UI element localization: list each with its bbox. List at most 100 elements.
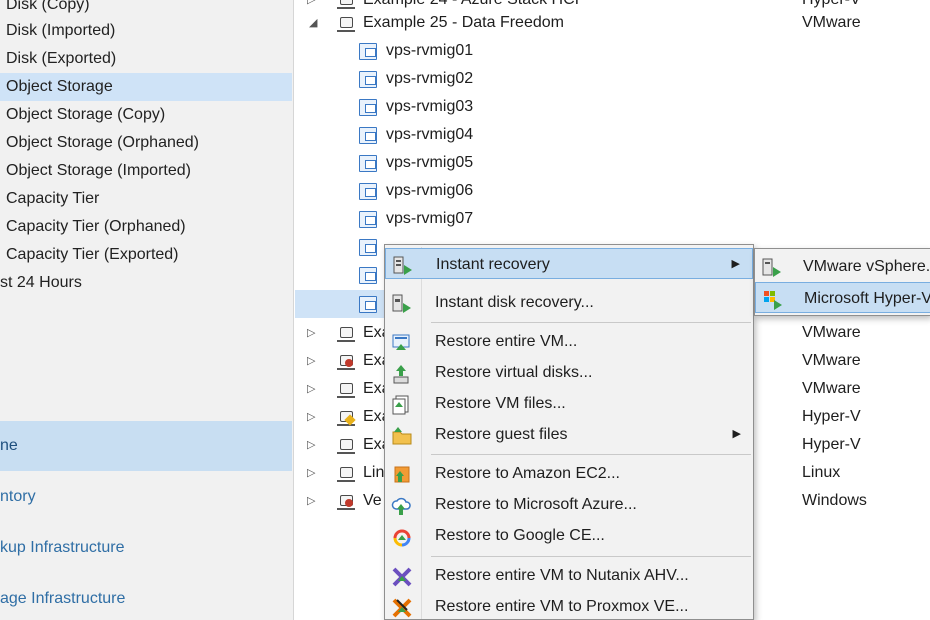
menu-item-label: VMware vSphere... bbox=[803, 258, 930, 275]
instant-recovery-submenu: VMware vSphere... Microsoft Hyper-V... bbox=[754, 248, 930, 316]
menu-item-instant-recovery[interactable]: Instant recovery ▶ bbox=[385, 248, 753, 279]
expand-caret-icon[interactable]: ▷ bbox=[307, 459, 319, 487]
submenu-arrow-icon: ▶ bbox=[731, 258, 740, 270]
tree-item-capacity-tier-exported[interactable]: Capacity Tier (Exported) bbox=[0, 241, 292, 269]
backup-job-error-icon bbox=[337, 353, 355, 370]
job-platform: Linux bbox=[802, 464, 841, 481]
amazon-ec2-icon bbox=[391, 464, 411, 484]
menu-item-label: Restore entire VM to Proxmox VE... bbox=[435, 598, 689, 615]
backup-job-error-icon bbox=[337, 493, 355, 510]
restore-files-icon bbox=[391, 394, 411, 415]
tree-item-disk-exported[interactable]: Disk (Exported) bbox=[0, 45, 292, 73]
expand-caret-icon[interactable]: ▷ bbox=[307, 403, 319, 431]
job-name: Lin bbox=[363, 464, 385, 481]
tree-item-disk-imported[interactable]: Disk (Imported) bbox=[0, 17, 292, 45]
job-platform: Hyper-V bbox=[802, 436, 861, 453]
job-platform: VMware bbox=[802, 324, 861, 341]
backup-job-warning-icon bbox=[337, 409, 355, 426]
instant-disk-recovery-icon bbox=[391, 293, 411, 313]
vm-icon bbox=[359, 211, 377, 228]
vm-name: vps-rvmig05 bbox=[386, 154, 474, 171]
job-platform: Hyper-V bbox=[802, 408, 861, 425]
backup-job-icon bbox=[337, 437, 355, 454]
restore-vm-icon bbox=[391, 332, 411, 352]
azure-cloud-icon bbox=[391, 495, 411, 515]
menu-item-restore-entire-vm[interactable]: Restore entire VM... bbox=[385, 326, 753, 357]
tree-row-job-expanded[interactable]: ◢ Example 25 - Data Freedom VMware bbox=[295, 9, 930, 37]
vm-name: vps-rvmig01 bbox=[386, 42, 474, 59]
backup-job-icon bbox=[337, 325, 355, 342]
menu-item-label: Restore VM files... bbox=[435, 395, 566, 412]
navigation-pane: Disk (Copy) Disk (Imported) Disk (Export… bbox=[0, 0, 294, 620]
menu-item-instant-disk-recovery[interactable]: Instant disk recovery... bbox=[385, 287, 753, 318]
vm-name: vps-rvmig03 bbox=[386, 98, 474, 115]
menu-item-label: Instant disk recovery... bbox=[435, 294, 594, 311]
backup-job-icon bbox=[337, 381, 355, 398]
job-name: Ve bbox=[363, 492, 382, 509]
menu-item-restore-guest-files[interactable]: Restore guest files ▶ bbox=[385, 419, 753, 450]
vm-icon bbox=[359, 296, 377, 313]
vm-name: vps-rvmig06 bbox=[386, 182, 474, 199]
submenu-arrow-icon: ▶ bbox=[732, 428, 741, 440]
tree-row-vm[interactable]: vps-rvmig07 bbox=[295, 205, 930, 233]
vm-icon bbox=[359, 71, 377, 88]
menu-item-restore-microsoft-azure[interactable]: Restore to Microsoft Azure... bbox=[385, 489, 753, 520]
tree-item-object-storage[interactable]: Object Storage bbox=[0, 73, 292, 101]
menu-separator bbox=[431, 454, 751, 455]
menu-item-label: Instant recovery bbox=[436, 256, 550, 273]
expand-caret-icon[interactable]: ▷ bbox=[307, 375, 319, 403]
vm-icon bbox=[359, 99, 377, 116]
backup-job-icon bbox=[337, 15, 355, 32]
job-platform: VMware bbox=[802, 380, 861, 397]
backup-job-icon bbox=[337, 465, 355, 482]
nav-storage-infrastructure[interactable]: age Infrastructure bbox=[0, 574, 292, 620]
nav-inventory[interactable]: ntory bbox=[0, 472, 292, 522]
tree-row-vm[interactable]: vps-rvmig03 bbox=[295, 93, 930, 121]
menu-item-label: Microsoft Hyper-V... bbox=[804, 290, 930, 307]
menu-item-label: Restore virtual disks... bbox=[435, 364, 593, 381]
tree-row-vm[interactable]: vps-rvmig06 bbox=[295, 177, 930, 205]
menu-item-label: Restore guest files bbox=[435, 426, 568, 443]
expand-caret-icon[interactable]: ▷ bbox=[307, 431, 319, 459]
tree-row-vm[interactable]: vps-rvmig04 bbox=[295, 121, 930, 149]
expand-caret-icon[interactable]: ▷ bbox=[307, 487, 319, 515]
hyperv-icon bbox=[762, 289, 782, 310]
expand-caret-icon[interactable]: ▷ bbox=[307, 347, 319, 375]
menu-separator bbox=[431, 556, 751, 557]
backup-job-icon bbox=[337, 0, 355, 9]
tree-row-vm[interactable]: vps-rvmig02 bbox=[295, 65, 930, 93]
vm-icon bbox=[359, 183, 377, 200]
menu-item-restore-virtual-disks[interactable]: Restore virtual disks... bbox=[385, 357, 753, 388]
job-platform: VMware bbox=[802, 14, 861, 31]
menu-separator bbox=[431, 322, 751, 323]
menu-item-restore-proxmox-ve[interactable]: Restore entire VM to Proxmox VE... bbox=[385, 591, 753, 620]
vm-icon bbox=[359, 239, 377, 256]
menu-item-restore-google-ce[interactable]: Restore to Google CE... bbox=[385, 520, 753, 551]
collapse-caret-icon[interactable]: ◢ bbox=[309, 9, 321, 37]
tree-item-capacity-tier-orphaned[interactable]: Capacity Tier (Orphaned) bbox=[0, 213, 292, 241]
expand-caret-icon[interactable]: ▷ bbox=[307, 319, 319, 347]
tree-item-object-storage-copy[interactable]: Object Storage (Copy) bbox=[0, 101, 292, 129]
tree-item-object-storage-imported[interactable]: Object Storage (Imported) bbox=[0, 157, 292, 185]
menu-item-restore-amazon-ec2[interactable]: Restore to Amazon EC2... bbox=[385, 458, 753, 489]
menu-item-restore-vm-files[interactable]: Restore VM files... bbox=[385, 388, 753, 419]
submenu-item-vmware-vsphere[interactable]: VMware vSphere... bbox=[755, 251, 930, 282]
nav-home[interactable]: ne bbox=[0, 421, 292, 471]
menu-item-label: Restore entire VM to Nutanix AHV... bbox=[435, 567, 689, 584]
tree-row-vm[interactable]: vps-rvmig01 bbox=[295, 37, 930, 65]
tree-item-capacity-tier[interactable]: Capacity Tier bbox=[0, 185, 292, 213]
instant-recovery-icon bbox=[392, 255, 412, 275]
menu-item-label: Restore to Google CE... bbox=[435, 527, 605, 544]
tree-item-last-24-hours[interactable]: st 24 Hours bbox=[0, 269, 292, 297]
restore-disks-icon bbox=[391, 363, 411, 384]
menu-item-restore-nutanix-ahv[interactable]: Restore entire VM to Nutanix AHV... bbox=[385, 560, 753, 591]
tree-row-vm[interactable]: vps-rvmig05 bbox=[295, 149, 930, 177]
vm-name: vps-rvmig07 bbox=[386, 210, 474, 227]
nav-backup-infrastructure[interactable]: kup Infrastructure bbox=[0, 523, 292, 573]
tree-row-vm-selected[interactable] bbox=[295, 290, 385, 318]
tree-item-object-storage-orphaned[interactable]: Object Storage (Orphaned) bbox=[0, 129, 292, 157]
vm-icon bbox=[359, 43, 377, 60]
nutanix-icon bbox=[391, 566, 412, 587]
vm-name: vps-rvmig02 bbox=[386, 70, 474, 87]
submenu-item-microsoft-hyper-v[interactable]: Microsoft Hyper-V... bbox=[755, 282, 930, 313]
